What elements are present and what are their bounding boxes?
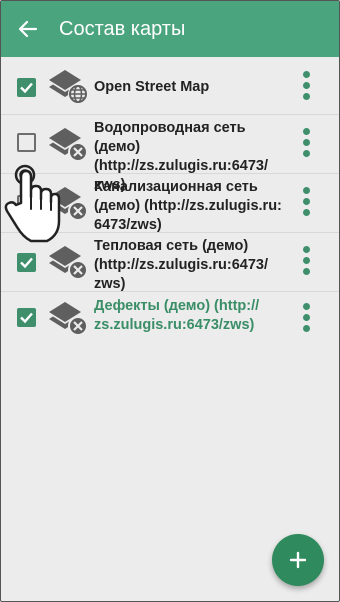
add-layer-button[interactable] (272, 534, 324, 586)
more-vert-icon (303, 303, 310, 310)
layer-row-osm[interactable]: Open Street Map (1, 57, 339, 115)
layer-row-sewer[interactable]: Канализационная сеть (демо) (http://zs.z… (1, 174, 339, 233)
plus-icon (289, 551, 307, 569)
back-button[interactable] (1, 1, 55, 57)
layer-menu-button[interactable] (303, 71, 311, 100)
layer-list: Open Street Map Водопроводная сеть (демо… (1, 57, 339, 348)
layer-label: Open Street Map (94, 79, 210, 95)
more-vert-dot (303, 150, 310, 157)
layer-row-water[interactable]: Водопроводная сеть (демо) (http://zs.zul… (1, 115, 339, 193)
more-vert-dot (303, 139, 310, 146)
more-vert-dot (303, 314, 310, 321)
more-vert-icon (303, 128, 310, 135)
layer-checkbox[interactable] (17, 133, 36, 152)
layer-cross-icon (49, 302, 88, 336)
app-bar: Состав карты (1, 1, 339, 57)
check-icon (20, 257, 33, 269)
layer-menu-button[interactable] (303, 246, 311, 275)
more-vert-icon (303, 71, 310, 78)
layer-checkbox[interactable] (17, 78, 36, 97)
more-vert-dot (303, 257, 310, 264)
layer-label: Дефекты (демо) (http:// zs.zulugis.ru:64… (94, 298, 260, 333)
layer-checkbox[interactable] (17, 253, 36, 272)
more-vert-dot (303, 82, 310, 89)
more-vert-dot (303, 209, 310, 216)
layer-label: Канализационная сеть (демо) (http://zs.z… (94, 179, 282, 233)
layer-menu-button[interactable] (303, 128, 311, 157)
layer-checkbox[interactable] (17, 195, 36, 214)
screen-title: Состав карты (59, 17, 186, 40)
more-vert-icon (303, 246, 310, 253)
layer-row-defects[interactable]: Дефекты (демо) (http:// zs.zulugis.ru:64… (1, 292, 339, 348)
layer-cross-icon (49, 187, 88, 221)
layer-menu-button[interactable] (303, 303, 311, 332)
layer-label: Тепловая сеть (демо) (http://zs.zulugis.… (94, 238, 269, 292)
more-vert-dot (303, 93, 310, 100)
more-vert-icon (303, 187, 310, 194)
more-vert-dot (303, 268, 310, 275)
layer-cross-icon (49, 128, 88, 162)
arrow-left-icon (18, 20, 38, 38)
more-vert-dot (303, 198, 310, 205)
layer-globe-icon (49, 70, 88, 104)
layer-cross-icon (49, 246, 88, 280)
check-icon (20, 312, 33, 324)
more-vert-dot (303, 325, 310, 332)
layer-checkbox[interactable] (17, 308, 36, 327)
layer-menu-button[interactable] (303, 187, 311, 216)
layer-row-heat[interactable]: Тепловая сеть (демо) (http://zs.zulugis.… (1, 233, 339, 292)
map-layers-screen: Состав карты Open Street Map Водопроводн… (0, 0, 340, 602)
check-icon (20, 82, 33, 94)
